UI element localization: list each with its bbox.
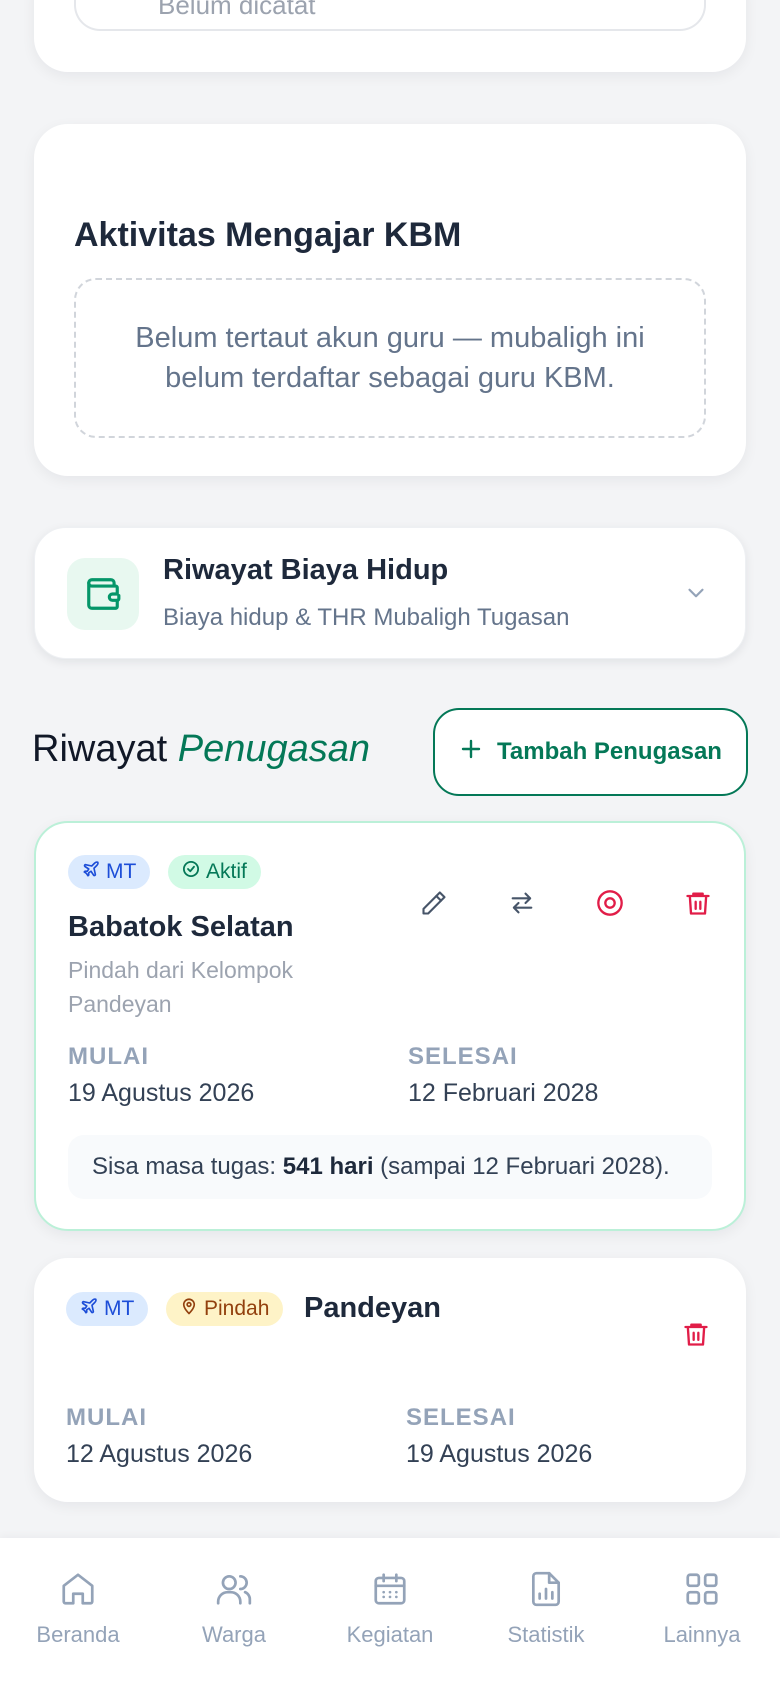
map-pin-icon xyxy=(180,1297,198,1321)
info-field-value: Belum dicatat xyxy=(158,0,316,20)
edit-icon[interactable] xyxy=(412,881,456,925)
remaining-duration: Sisa masa tugas: 541 hari (sampai 12 Feb… xyxy=(68,1135,712,1199)
start-label: MULAI xyxy=(66,1404,147,1431)
kbm-empty-state: Belum tertaut akun guru — mubaligh ini b… xyxy=(74,278,706,438)
home-icon xyxy=(59,1570,97,1614)
plus-icon xyxy=(459,737,483,768)
type-badge: MT xyxy=(66,1292,149,1326)
nav-label: Lainnya xyxy=(663,1622,741,1647)
nav-item-beranda[interactable]: Beranda xyxy=(0,1570,156,1648)
assignment-history-heading: Riwayat Penugasan xyxy=(32,728,370,771)
stop-icon[interactable] xyxy=(588,881,632,925)
nav-label: Kegiatan xyxy=(346,1622,434,1647)
nav-label: Warga xyxy=(202,1622,266,1647)
check-circle-icon xyxy=(182,860,200,884)
kbm-title: Aktivitas Mengajar KBM xyxy=(74,216,462,254)
assignment-card-active: MT Aktif Babatok Selatan Pindah dari Kel… xyxy=(34,821,746,1231)
transfer-icon[interactable] xyxy=(500,881,544,925)
nav-item-kegiatan[interactable]: Kegiatan xyxy=(312,1570,468,1648)
calendar-icon xyxy=(371,1570,409,1614)
kbm-activity-card: Aktivitas Mengajar KBM Belum tertaut aku… xyxy=(34,124,746,476)
previous-info-card: Belum dicatat xyxy=(34,0,746,72)
bottom-navigation: Beranda Warga Kegiatan Statistik Lainnya xyxy=(0,1538,780,1688)
end-label: SELESAI xyxy=(406,1404,516,1431)
heading-accent: Penugasan xyxy=(177,728,371,770)
assignment-place: Pandeyan xyxy=(304,1292,441,1324)
nav-item-warga[interactable]: Warga xyxy=(156,1570,312,1648)
wallet-icon xyxy=(67,558,139,630)
assignment-place: Babatok Selatan xyxy=(68,911,294,943)
plane-icon xyxy=(82,860,100,884)
type-badge: MT xyxy=(68,855,151,889)
plane-icon xyxy=(80,1297,98,1321)
add-assignment-label: Tambah Penugasan xyxy=(497,738,722,765)
nav-label: Statistik xyxy=(507,1622,585,1647)
trash-icon[interactable] xyxy=(674,1312,718,1356)
nav-item-statistik[interactable]: Statistik xyxy=(468,1570,624,1648)
start-date: 12 Agustus 2026 xyxy=(66,1440,253,1468)
chart-file-icon xyxy=(527,1570,565,1614)
status-badge: Pindah xyxy=(166,1292,284,1326)
assignment-origin: Pindah dari Kelompok Pandeyan xyxy=(68,957,294,1017)
chevron-down-icon[interactable] xyxy=(683,580,709,611)
start-date: 19 Agustus 2026 xyxy=(68,1079,255,1107)
nav-label: Beranda xyxy=(36,1622,120,1647)
assignment-card-history: MT Pindah Pandeyan MULAI 12 Agustus 2026… xyxy=(34,1258,746,1502)
users-icon xyxy=(215,1570,253,1614)
add-assignment-button[interactable]: Tambah Penugasan xyxy=(433,708,748,796)
end-date: 19 Agustus 2026 xyxy=(406,1440,593,1468)
status-badge: Aktif xyxy=(168,855,261,889)
kbm-empty-message: Belum tertaut akun guru — mubaligh ini b… xyxy=(135,322,645,394)
trash-icon[interactable] xyxy=(676,881,720,925)
living-cost-subtitle: Biaya hidup & THR Mubaligh Tugasan xyxy=(163,604,570,631)
grid-icon xyxy=(683,1570,721,1614)
living-cost-history-card[interactable]: Riwayat Biaya Hidup Biaya hidup & THR Mu… xyxy=(34,527,746,659)
end-date: 12 Februari 2028 xyxy=(408,1079,599,1107)
nav-item-lainnya[interactable]: Lainnya xyxy=(624,1570,780,1648)
living-cost-title: Riwayat Biaya Hidup xyxy=(163,554,449,586)
heading-plain: Riwayat xyxy=(32,728,168,770)
start-label: MULAI xyxy=(68,1043,149,1070)
info-field: Belum dicatat xyxy=(74,0,706,31)
end-label: SELESAI xyxy=(408,1043,518,1070)
